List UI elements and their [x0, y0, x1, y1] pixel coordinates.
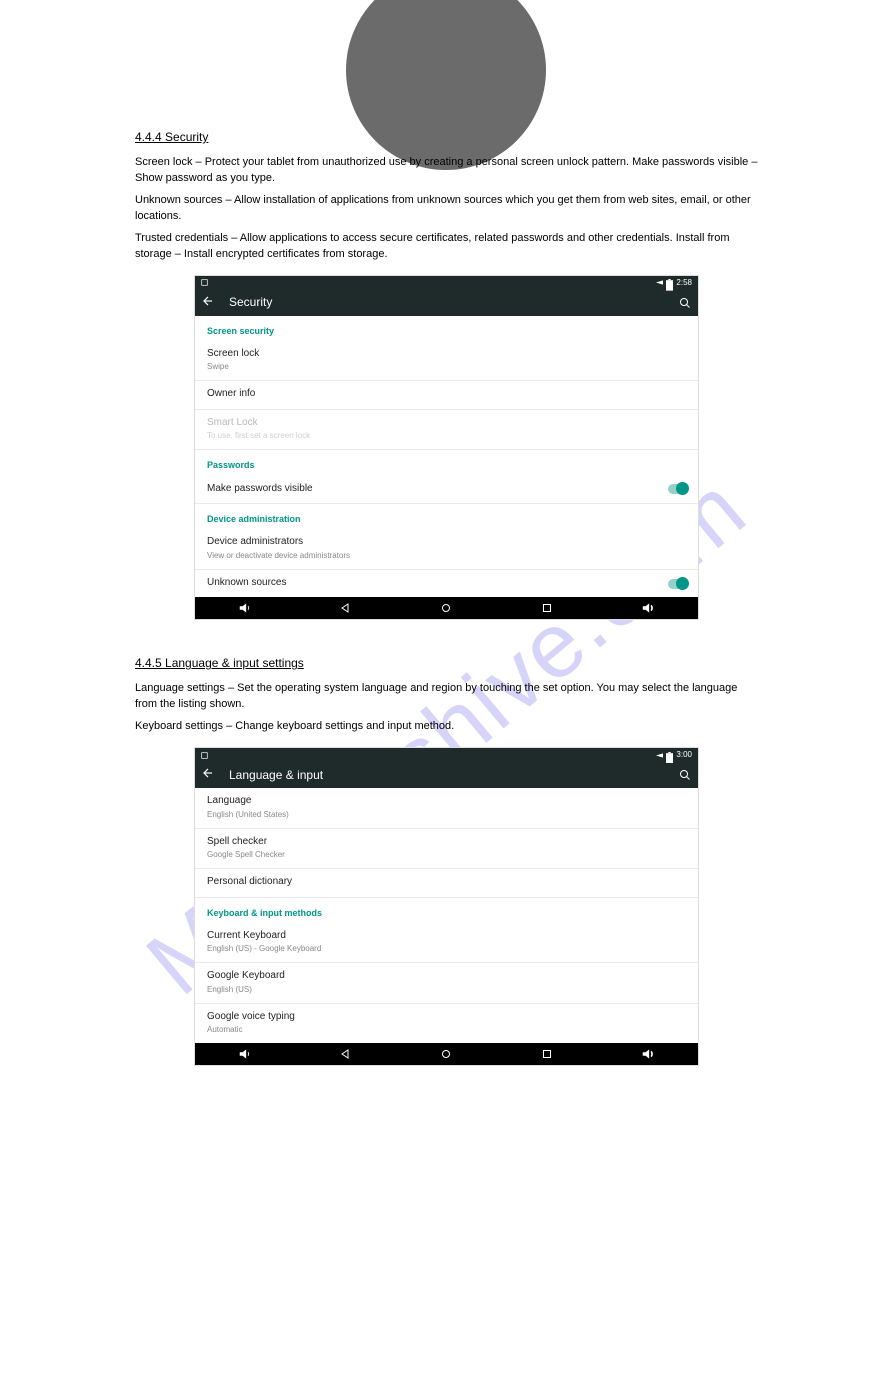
back-icon[interactable]: [201, 294, 215, 312]
item-title: Language: [207, 795, 686, 808]
category-passwords: Passwords: [195, 450, 698, 475]
airplane-icon: [656, 279, 663, 286]
item-make-passwords-visible[interactable]: Make passwords visible: [195, 476, 698, 505]
item-sub: English (US): [207, 985, 686, 995]
item-title: Current Keyboard: [207, 930, 686, 943]
toggle-switch[interactable]: [668, 484, 686, 494]
status-icon: [201, 752, 208, 759]
item-personal-dictionary[interactable]: Personal dictionary: [195, 869, 698, 898]
item-title: Owner info: [207, 388, 686, 401]
item-spell-checker[interactable]: Spell checker Google Spell Checker: [195, 829, 698, 870]
home-nav-icon[interactable]: [439, 601, 453, 615]
body-text: Trusted credentials – Allow applications…: [135, 231, 758, 263]
recent-nav-icon[interactable]: [540, 1047, 554, 1061]
app-title: Security: [229, 295, 664, 310]
app-bar: Security: [195, 290, 698, 316]
item-sub: English (United States): [207, 810, 686, 820]
item-title: Google Keyboard: [207, 970, 686, 983]
nav-bar: [195, 1043, 698, 1065]
item-sub: Google Spell Checker: [207, 850, 686, 860]
volume-down-icon[interactable]: [238, 601, 252, 615]
app-bar: Language & input: [195, 762, 698, 788]
status-icon: [201, 279, 208, 286]
item-owner-info[interactable]: Owner info: [195, 381, 698, 410]
item-title: Google voice typing: [207, 1011, 686, 1024]
body-text: Keyboard settings – Change keyboard sett…: [135, 719, 758, 735]
item-current-keyboard[interactable]: Current Keyboard English (US) - Google K…: [195, 923, 698, 964]
item-title: Screen lock: [207, 348, 686, 361]
item-title: Make passwords visible: [207, 483, 686, 496]
app-title: Language & input: [229, 768, 664, 783]
volume-up-icon[interactable]: [641, 1047, 655, 1061]
item-screen-lock[interactable]: Screen lock Swipe: [195, 341, 698, 382]
item-language[interactable]: Language English (United States): [195, 788, 698, 829]
status-bar: 2:58: [195, 276, 698, 290]
category-keyboard: Keyboard & input methods: [195, 898, 698, 923]
body-text: Screen lock – Protect your tablet from u…: [135, 155, 758, 187]
search-icon[interactable]: [678, 768, 692, 782]
home-nav-icon[interactable]: [439, 1047, 453, 1061]
item-sub: Automatic: [207, 1025, 686, 1035]
item-smart-lock: Smart Lock To use, first set a screen lo…: [195, 410, 698, 451]
back-nav-icon[interactable]: [339, 601, 353, 615]
status-bar: 3:00: [195, 748, 698, 762]
item-sub: English (US) - Google Keyboard: [207, 944, 686, 954]
language-screenshot: 3:00 Language & input Language English (…: [194, 747, 699, 1066]
item-sub: To use, first set a screen lock: [207, 431, 686, 441]
item-title: Personal dictionary: [207, 876, 686, 889]
item-google-keyboard[interactable]: Google Keyboard English (US): [195, 963, 698, 1004]
recent-nav-icon[interactable]: [540, 601, 554, 615]
nav-bar: [195, 597, 698, 619]
airplane-icon: [656, 752, 663, 759]
battery-icon: [666, 279, 673, 286]
item-sub: Swipe: [207, 362, 686, 372]
category-device-admin: Device administration: [195, 504, 698, 529]
back-nav-icon[interactable]: [339, 1047, 353, 1061]
category-screen-security: Screen security: [195, 316, 698, 341]
item-device-administrators[interactable]: Device administrators View or deactivate…: [195, 529, 698, 570]
toggle-switch[interactable]: [668, 579, 686, 589]
body-text: Language settings – Set the operating sy…: [135, 681, 758, 713]
item-title: Spell checker: [207, 836, 686, 849]
item-unknown-sources[interactable]: Unknown sources: [195, 570, 698, 598]
item-google-voice-typing[interactable]: Google voice typing Automatic: [195, 1004, 698, 1044]
section-title-language: 4.4.5 Language & input settings: [135, 656, 758, 671]
section-title-security: 4.4.4 Security: [135, 130, 758, 145]
item-title: Unknown sources: [207, 577, 686, 590]
item-sub: View or deactivate device administrators: [207, 551, 686, 561]
item-title: Smart Lock: [207, 417, 686, 430]
volume-down-icon[interactable]: [238, 1047, 252, 1061]
volume-up-icon[interactable]: [641, 601, 655, 615]
status-time: 2:58: [676, 278, 692, 288]
battery-icon: [666, 752, 673, 759]
search-icon[interactable]: [678, 296, 692, 310]
body-text: Unknown sources – Allow installation of …: [135, 193, 758, 225]
back-icon[interactable]: [201, 766, 215, 784]
item-title: Device administrators: [207, 536, 686, 549]
status-time: 3:00: [676, 750, 692, 760]
security-screenshot: 2:58 Security Screen security Screen loc…: [194, 275, 699, 621]
